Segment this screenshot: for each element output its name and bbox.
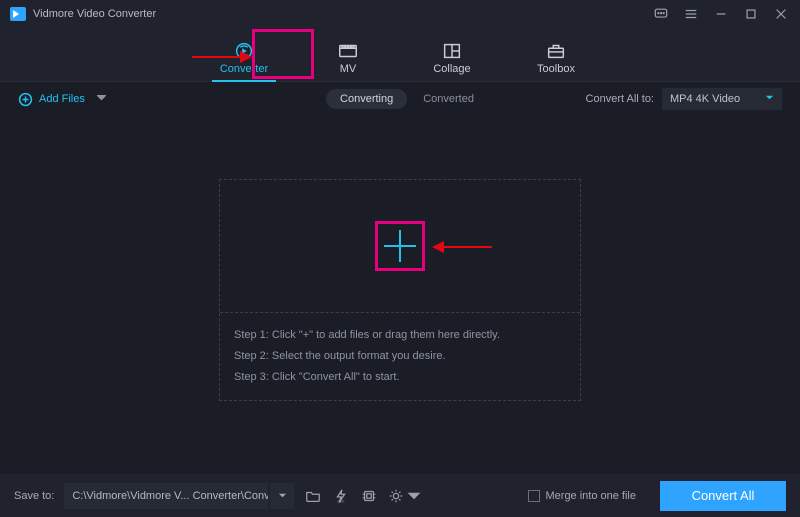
convert-all-to-label: Convert All to: bbox=[586, 93, 654, 105]
merge-label: Merge into one file bbox=[546, 490, 637, 502]
step-1: Step 1: Click "+" to add files or drag t… bbox=[234, 325, 566, 346]
chevron-down-icon bbox=[765, 93, 774, 105]
drop-zone[interactable]: Step 1: Click "+" to add files or drag t… bbox=[219, 179, 581, 401]
segment-converted[interactable]: Converted bbox=[423, 93, 474, 105]
tab-label: Converter bbox=[220, 63, 268, 75]
output-format-value: MP4 4K Video bbox=[670, 93, 740, 105]
chevron-down-icon bbox=[406, 488, 422, 504]
app-title: Vidmore Video Converter bbox=[33, 8, 156, 20]
app-logo-icon bbox=[10, 7, 26, 21]
save-to-label: Save to: bbox=[14, 490, 54, 502]
menu-icon[interactable] bbox=[682, 5, 700, 23]
step-3: Step 3: Click "Convert All" to start. bbox=[234, 367, 566, 388]
add-files-label: Add Files bbox=[39, 93, 85, 105]
annotation-highlight-plus bbox=[375, 221, 425, 271]
plus-circle-icon bbox=[18, 92, 33, 107]
settings-button[interactable] bbox=[388, 488, 422, 504]
tab-converter[interactable]: Converter bbox=[214, 42, 274, 81]
collage-icon bbox=[441, 42, 463, 60]
minimize-button[interactable] bbox=[712, 5, 730, 23]
segment-converting[interactable]: Converting bbox=[326, 89, 407, 109]
sub-toolbar: Add Files Converting Converted Convert A… bbox=[0, 82, 800, 116]
save-path-dropdown[interactable] bbox=[270, 483, 294, 509]
merge-checkbox[interactable]: Merge into one file bbox=[528, 490, 637, 502]
add-files-caret-icon[interactable] bbox=[97, 93, 106, 105]
checkbox-icon bbox=[528, 490, 540, 502]
maximize-button[interactable] bbox=[742, 5, 760, 23]
tab-label: Collage bbox=[433, 63, 470, 75]
output-format-dropdown[interactable]: MP4 4K Video bbox=[662, 88, 782, 110]
save-path-field[interactable]: C:\Vidmore\Vidmore V... Converter\Conver… bbox=[64, 483, 268, 509]
bottom-bar: Save to: C:\Vidmore\Vidmore V... Convert… bbox=[0, 474, 800, 517]
converter-icon bbox=[233, 42, 255, 60]
toolbox-icon bbox=[545, 42, 567, 60]
open-folder-button[interactable] bbox=[304, 487, 322, 505]
title-bar: Vidmore Video Converter bbox=[0, 0, 800, 28]
add-files-button[interactable]: Add Files bbox=[18, 92, 106, 107]
tab-toolbox[interactable]: Toolbox bbox=[526, 42, 586, 81]
annotation-arrow-plus bbox=[432, 240, 492, 254]
close-button[interactable] bbox=[772, 5, 790, 23]
svg-text:OFF: OFF bbox=[338, 500, 346, 504]
hardware-accel-button[interactable]: OFF bbox=[332, 487, 350, 505]
tab-label: Toolbox bbox=[537, 63, 575, 75]
add-file-plus-icon[interactable] bbox=[382, 228, 418, 264]
mv-icon bbox=[337, 42, 359, 60]
tab-mv[interactable]: MV bbox=[318, 42, 378, 81]
convert-all-button[interactable]: Convert All bbox=[660, 481, 786, 511]
step-2: Step 2: Select the output format you des… bbox=[234, 346, 566, 367]
tab-collage[interactable]: Collage bbox=[422, 42, 482, 81]
high-speed-button[interactable] bbox=[360, 487, 378, 505]
main-area: Step 1: Click "+" to add files or drag t… bbox=[0, 116, 800, 474]
instruction-steps: Step 1: Click "+" to add files or drag t… bbox=[220, 313, 580, 388]
gear-icon bbox=[388, 488, 404, 504]
tab-label: MV bbox=[340, 63, 357, 75]
folder-icon bbox=[305, 488, 321, 504]
feedback-icon[interactable] bbox=[652, 5, 670, 23]
chip-icon bbox=[361, 488, 377, 504]
lightning-icon: OFF bbox=[333, 488, 349, 504]
main-tabs: Converter MV Collage Toolbox bbox=[0, 28, 800, 82]
